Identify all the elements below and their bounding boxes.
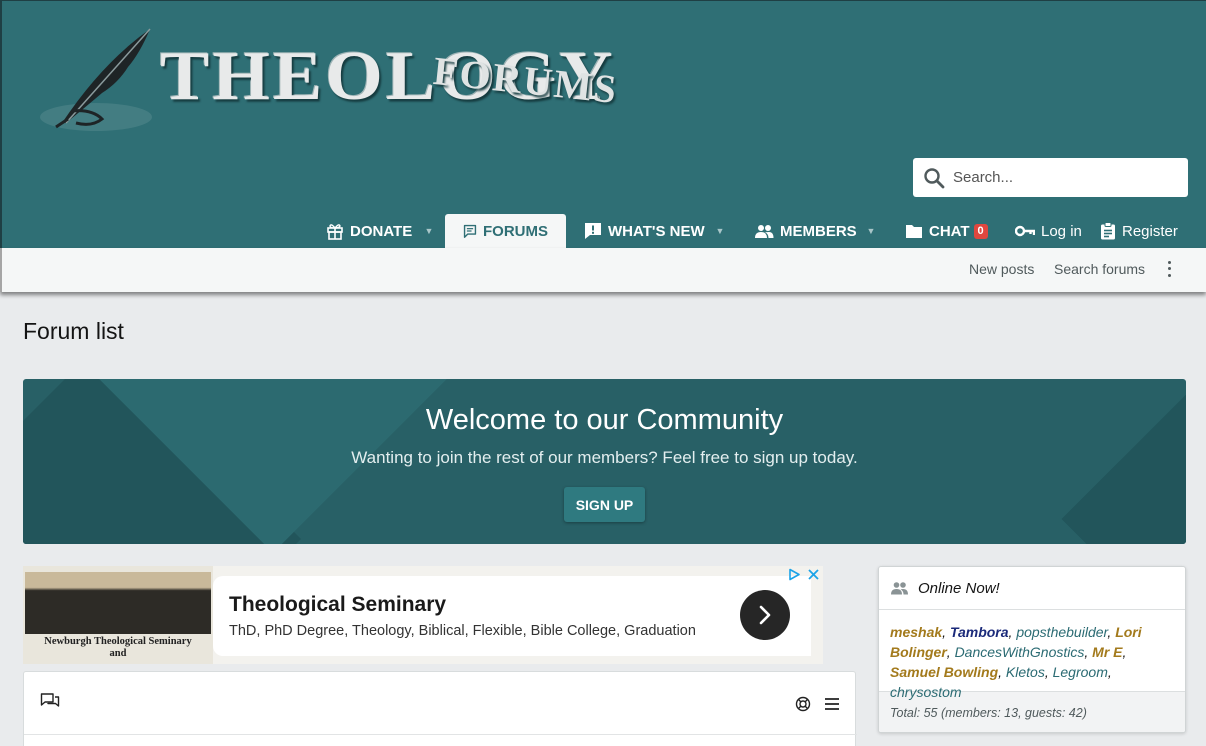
key-icon [1015, 225, 1035, 237]
ad-description: ThD, PhD Degree, Theology, Biblical, Fle… [229, 623, 696, 639]
subnav-new-posts[interactable]: New posts [969, 261, 1034, 277]
nav-login[interactable]: Log in [1015, 214, 1082, 248]
chevron-right-icon [759, 605, 771, 625]
ad-card[interactable]: Theological Seminary ThD, PhD Degree, Th… [213, 576, 811, 656]
nav-register[interactable]: Register [1100, 214, 1178, 248]
user-separator: , [942, 624, 950, 640]
online-user-link[interactable]: meshak [890, 624, 942, 640]
page-title: Forum list [23, 318, 124, 344]
main-nav: DONATE ▼ FORUMS WHAT'S NEW ▼ MEMBERS ▼ C… [2, 214, 1206, 248]
folder-icon [906, 225, 922, 238]
members-icon [755, 225, 774, 238]
user-separator: , [1122, 644, 1127, 660]
nav-register-label: Register [1122, 222, 1178, 240]
user-separator: , [1107, 664, 1112, 680]
nav-whats-new-label: WHAT'S NEW [608, 222, 705, 240]
menu-icon[interactable] [824, 697, 840, 711]
banner-subtitle: Wanting to join the rest of our members?… [351, 448, 858, 467]
forum-block-divider [24, 734, 857, 735]
nav-forums[interactable]: FORUMS [445, 214, 566, 248]
online-now-widget: Online Now! meshak, Tambora, popsthebuil… [878, 566, 1186, 733]
ad-controls [788, 568, 820, 581]
clipboard-icon [1101, 222, 1115, 240]
subnav-search-forums[interactable]: Search forums [1054, 261, 1145, 277]
ad-choices-icon[interactable] [788, 568, 801, 581]
more-vertical-icon[interactable] [1164, 259, 1174, 279]
ad-open-button[interactable] [740, 590, 790, 640]
nav-login-label: Log in [1041, 222, 1082, 240]
nav-donate-label: DONATE [350, 222, 413, 240]
online-users-list: meshak, Tambora, popsthebuilder, Lori Bo… [879, 610, 1185, 700]
sub-nav: New posts Search forums [0, 248, 1206, 292]
welcome-banner: Welcome to our Community Wanting to join… [23, 379, 1186, 544]
nav-chat-label: CHAT [929, 222, 970, 240]
gift-icon [327, 224, 343, 240]
user-separator: , [1084, 644, 1093, 660]
comments-icon[interactable] [40, 692, 60, 710]
online-now-title: Online Now! [918, 579, 1000, 597]
nav-donate[interactable]: DONATE [326, 214, 412, 248]
nav-chat[interactable]: CHAT 0 [905, 214, 988, 248]
ad-title[interactable]: Theological Seminary [229, 593, 446, 617]
comment-icon [463, 224, 477, 238]
ad-caption-line1: Newburgh Theological Seminary [44, 636, 192, 647]
online-user-link[interactable]: Legroom [1053, 664, 1108, 680]
banner-title: Welcome to our Community [425, 404, 784, 436]
nav-members[interactable]: MEMBERS [754, 214, 857, 248]
nav-whats-new-caret[interactable]: ▼ [713, 214, 727, 248]
online-user-link[interactable]: Mr E [1092, 644, 1122, 660]
nav-whats-new[interactable]: WHAT'S NEW [584, 214, 705, 248]
nav-members-caret[interactable]: ▼ [864, 214, 878, 248]
quill-icon [40, 28, 152, 131]
forum-category-block [23, 671, 857, 746]
online-user-link[interactable]: chrysostom [890, 684, 962, 700]
nav-members-label: MEMBERS [780, 222, 857, 240]
search-box[interactable] [913, 158, 1188, 197]
online-user-link[interactable]: DancesWithGnostics [955, 644, 1085, 660]
search-icon [924, 167, 945, 188]
user-separator: , [998, 664, 1006, 680]
ad-caption-line2: and [109, 648, 127, 659]
online-now-header: Online Now! [879, 567, 1185, 610]
site-logo[interactable]: THEOLOGY FORUMS [32, 23, 620, 143]
nav-forums-label: FORUMS [483, 222, 548, 240]
sign-up-button[interactable]: SIGN UP [564, 487, 645, 522]
search-input[interactable] [953, 169, 1173, 186]
logo-wordmark: THEOLOGY FORUMS [160, 39, 620, 113]
online-user-link[interactable]: popsthebuilder [1016, 624, 1107, 640]
site-header: THEOLOGY FORUMS DONATE ▼ [0, 0, 1206, 248]
advertisement[interactable]: Newburgh Theological Seminary and Theolo… [23, 566, 823, 664]
online-user-link[interactable]: Tambora [950, 624, 1009, 640]
ad-close-icon[interactable] [807, 568, 820, 581]
user-separator: , [1044, 664, 1053, 680]
nav-donate-caret[interactable]: ▼ [422, 214, 436, 248]
online-user-link[interactable]: Kletos [1006, 664, 1045, 680]
users-icon [891, 582, 908, 595]
alert-comment-icon [585, 223, 601, 239]
ad-image[interactable]: Newburgh Theological Seminary and [23, 566, 213, 664]
chat-count-badge: 0 [973, 223, 988, 239]
online-user-link[interactable]: Samuel Bowling [890, 664, 998, 680]
user-separator: , [946, 644, 955, 660]
lifebuoy-icon[interactable] [795, 696, 811, 712]
ad-image-caption: Newburgh Theological Seminary and [23, 636, 213, 660]
